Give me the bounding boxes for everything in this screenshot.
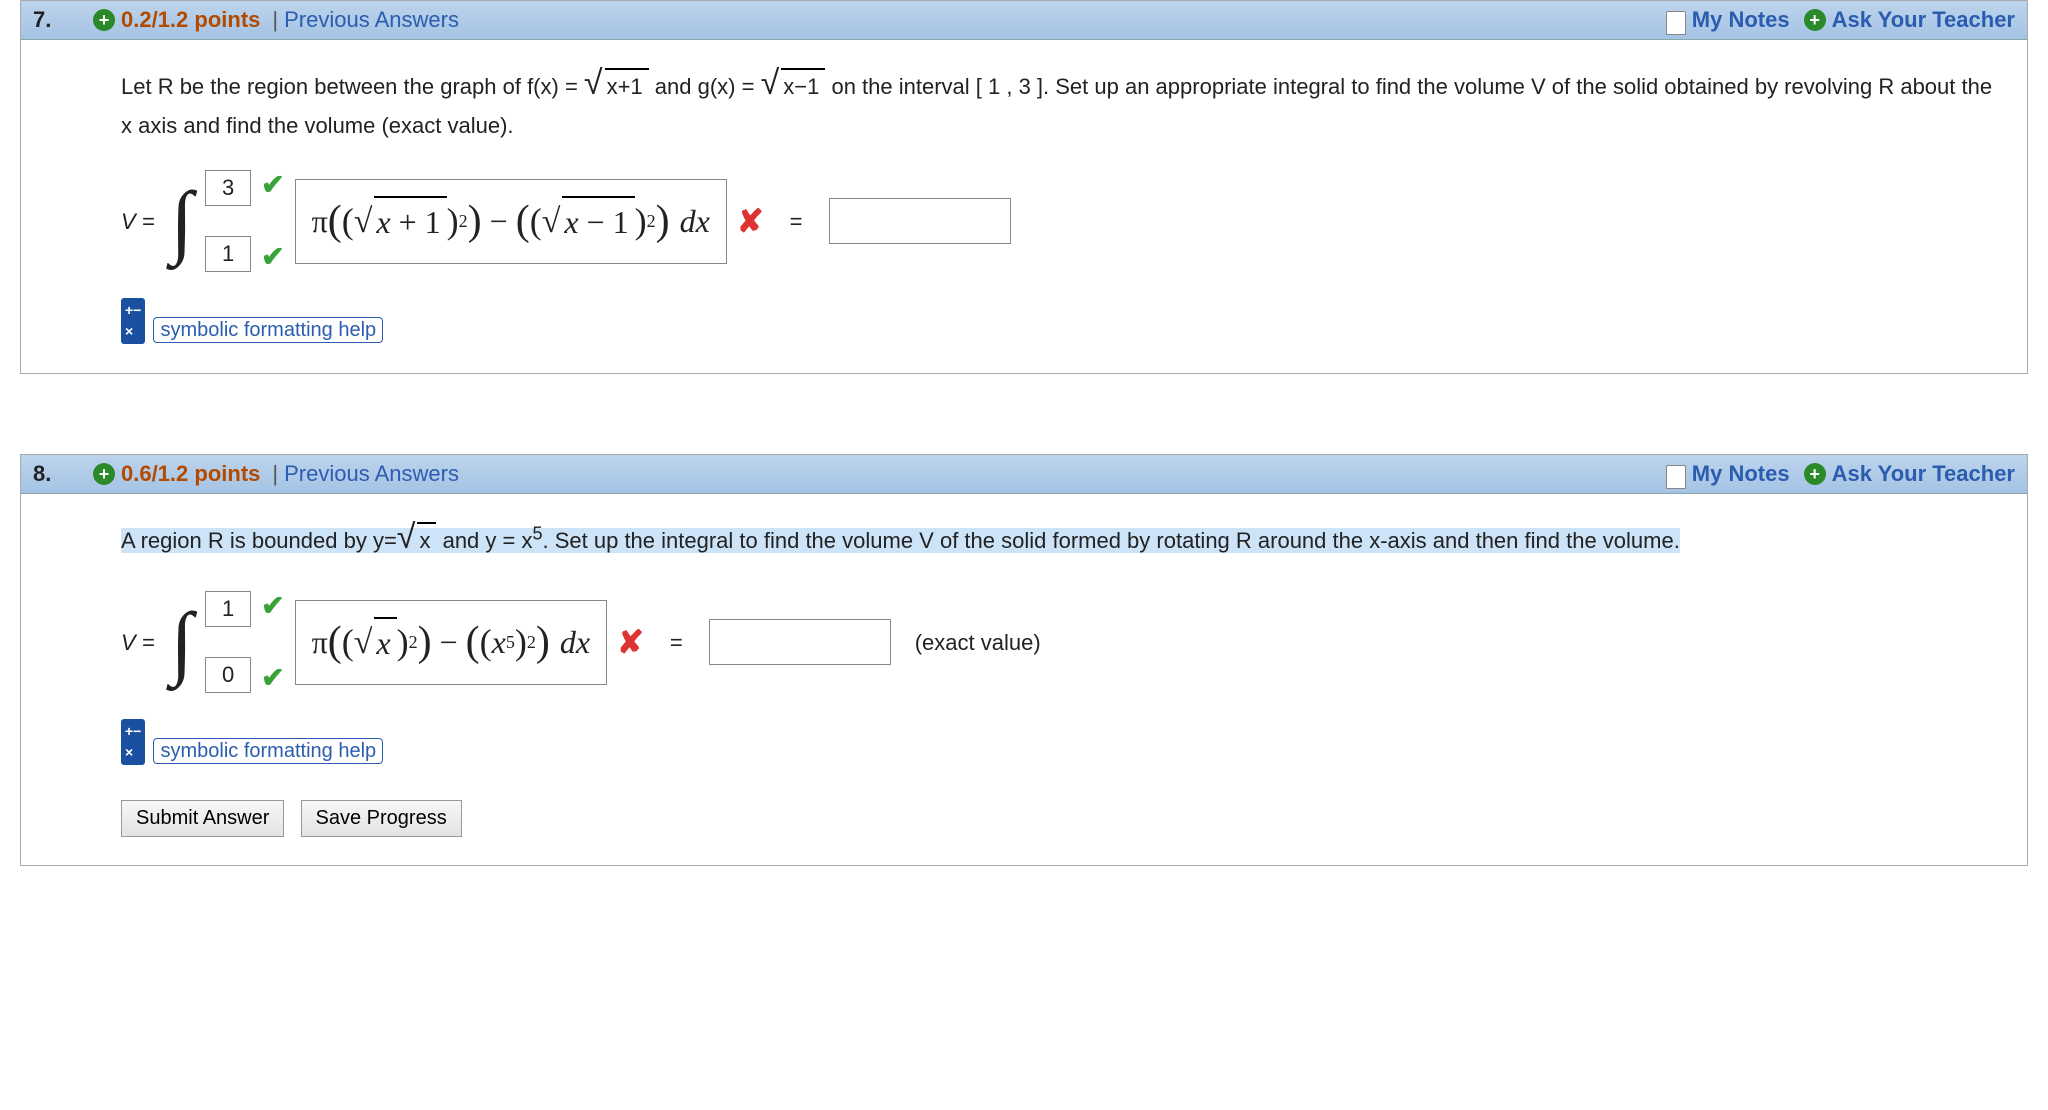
check-icon: ✔ [261, 585, 284, 627]
integrand-input[interactable]: π( ( √x + 1 )2) − ( ( √x − 1 )2) dx [295, 179, 727, 264]
plus-icon[interactable]: + [1804, 463, 1826, 485]
radical-icon: √ [397, 518, 416, 556]
prompt-text: A region R is bounded by y= [121, 528, 397, 553]
result-input[interactable] [829, 198, 1011, 244]
integral-row: V = ∫ 1 0 ✔ ✔ π( ( √x )2) − ( ( x5)2) dx… [121, 585, 1999, 699]
question-number: 7. [33, 7, 93, 33]
ask-teacher-link[interactable]: Ask Your Teacher [1832, 461, 2015, 487]
points-label: 0.6/1.2 points [121, 461, 260, 487]
question-header: 7. + 0.2/1.2 points | Previous Answers M… [21, 1, 2027, 40]
result-input[interactable] [709, 619, 891, 665]
previous-answers-link[interactable]: Previous Answers [284, 461, 459, 487]
submit-answer-button[interactable]: Submit Answer [121, 800, 284, 837]
lower-limit-input[interactable]: 1 [205, 236, 251, 272]
exponent: 5 [532, 524, 542, 544]
prompt-text: and g(x) = [655, 74, 761, 99]
check-icon: ✔ [261, 236, 284, 278]
question-prompt: Let R be the region between the graph of… [121, 58, 1999, 142]
radical-icon: √ [761, 64, 780, 102]
plus-icon[interactable]: + [1804, 9, 1826, 31]
points-label: 0.2/1.2 points [121, 7, 260, 33]
prompt-text: . Set up the integral to find the volume… [543, 528, 1680, 553]
prompt-text: Let R be the region between the graph of… [121, 74, 584, 99]
exact-value-label: (exact value) [915, 626, 1041, 659]
expand-icon[interactable]: + [93, 9, 115, 31]
symbolic-help-link[interactable]: symbolic formatting help [153, 738, 383, 764]
integral-icon: ∫ [169, 192, 195, 249]
v-equals: V = [121, 205, 155, 238]
question-prompt: A region R is bounded by y=√x and y = x5… [121, 512, 1999, 563]
radicand: x+1 [605, 68, 649, 103]
save-progress-button[interactable]: Save Progress [301, 800, 462, 837]
question-body: A region R is bounded by y=√x and y = x5… [21, 494, 2027, 865]
separator: | [272, 7, 278, 33]
ask-teacher-link[interactable]: Ask Your Teacher [1832, 7, 2015, 33]
previous-answers-link[interactable]: Previous Answers [284, 7, 459, 33]
v-equals: V = [121, 626, 155, 659]
symbolic-help[interactable]: +−× symbolic formatting help [121, 719, 1999, 766]
equals-sign: = [670, 626, 683, 659]
upper-limit-input[interactable]: 3 [205, 170, 251, 206]
prompt-text: and y = x [436, 528, 532, 553]
buttons-row: Submit Answer Save Progress [121, 800, 1999, 837]
separator: | [272, 461, 278, 487]
cross-icon: ✘ [617, 618, 644, 666]
question-header: 8. + 0.6/1.2 points | Previous Answers M… [21, 455, 2027, 494]
equals-sign: = [790, 205, 803, 238]
check-icon: ✔ [261, 657, 284, 699]
radicand: x [417, 522, 436, 557]
my-notes-link[interactable]: My Notes [1692, 461, 1790, 487]
radical-icon: √ [584, 64, 603, 102]
integrand-input[interactable]: π( ( √x )2) − ( ( x5)2) dx [295, 600, 607, 685]
integral-row: V = ∫ 3 1 ✔ ✔ π( ( √x + 1 )2) − ( ( √x −… [121, 164, 1999, 278]
radicand: x−1 [781, 68, 825, 103]
note-icon[interactable] [1666, 465, 1686, 489]
expand-icon[interactable]: + [93, 463, 115, 485]
lower-limit-input[interactable]: 0 [205, 657, 251, 693]
integral-icon: ∫ [169, 613, 195, 670]
question-number: 8. [33, 461, 93, 487]
symbolic-badge-icon: +−× [121, 719, 145, 765]
note-icon[interactable] [1666, 11, 1686, 35]
question-7-panel: 7. + 0.2/1.2 points | Previous Answers M… [20, 0, 2028, 374]
my-notes-link[interactable]: My Notes [1692, 7, 1790, 33]
symbolic-badge-icon: +−× [121, 298, 145, 344]
question-8-panel: 8. + 0.6/1.2 points | Previous Answers M… [20, 454, 2028, 866]
question-body: Let R be the region between the graph of… [21, 40, 2027, 373]
check-icon: ✔ [261, 164, 284, 206]
upper-limit-input[interactable]: 1 [205, 591, 251, 627]
cross-icon: ✘ [737, 197, 764, 245]
symbolic-help-link[interactable]: symbolic formatting help [153, 317, 383, 343]
symbolic-help[interactable]: +−× symbolic formatting help [121, 298, 1999, 345]
